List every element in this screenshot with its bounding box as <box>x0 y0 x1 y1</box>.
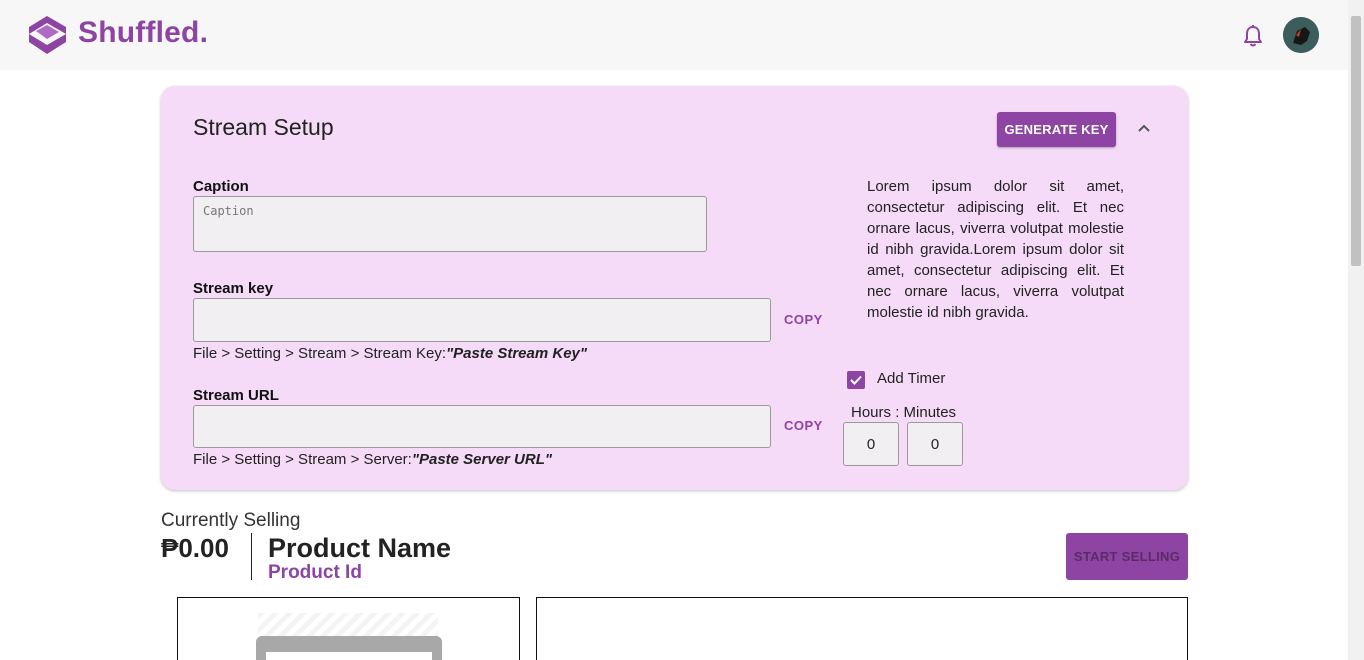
stream-setup-panel: Stream Setup GENERATE KEY Caption Captio… <box>161 86 1188 490</box>
product-id: Product Id <box>268 562 362 583</box>
chevron-up-icon[interactable] <box>1136 120 1152 136</box>
stream-key-hint-path: File > Setting > Stream > Stream Key: <box>193 345 447 362</box>
caption-placeholder: Caption <box>203 204 254 218</box>
product-details-card <box>536 597 1188 660</box>
stream-url-hint-path: File > Setting > Stream > Server: <box>193 451 412 468</box>
stream-key-label: Stream key <box>193 280 274 297</box>
add-timer-label: Add Timer <box>877 370 946 387</box>
bell-icon[interactable] <box>1242 24 1264 48</box>
image-placeholder-inner <box>266 652 432 660</box>
panel-title: Stream Setup <box>193 114 334 140</box>
stream-url-input[interactable] <box>193 405 771 448</box>
shuffled-logo-icon[interactable] <box>27 15 68 55</box>
hours-input[interactable]: 0 <box>843 422 899 466</box>
product-price: ₱0.00 <box>161 533 229 563</box>
product-image-card <box>177 597 520 660</box>
stream-url-label: Stream URL <box>193 387 279 404</box>
generate-key-button[interactable]: GENERATE KEY <box>997 112 1116 147</box>
hours-label: Hours <box>851 404 892 421</box>
stream-url-hint-emphasis: "Paste Server URL" <box>411 451 552 468</box>
stream-key-input[interactable] <box>193 298 771 342</box>
price-divider <box>251 533 252 580</box>
minutes-label: Minutes <box>903 404 957 421</box>
start-selling-button[interactable]: START SELLING <box>1066 533 1188 580</box>
caption-label: Caption <box>193 178 249 195</box>
brand-name[interactable]: Shuffled. <box>78 16 208 50</box>
timer-units-label: Hours : Minutes <box>851 404 956 421</box>
avatar-image <box>1283 17 1319 53</box>
stream-key-hint-emphasis: "Paste Stream Key" <box>446 345 587 362</box>
top-bar: Shuffled. <box>0 0 1348 70</box>
stream-key-hint: File > Setting > Stream > Stream Key:"Pa… <box>193 345 587 362</box>
currently-selling-heading: Currently Selling <box>161 510 301 531</box>
minutes-input[interactable]: 0 <box>907 422 963 466</box>
stream-url-hint: File > Setting > Stream > Server:"Paste … <box>193 451 552 468</box>
copy-stream-url-button[interactable]: COPY <box>784 418 823 433</box>
scrollbar-thumb[interactable] <box>1351 16 1361 266</box>
checkmark-icon <box>850 375 862 385</box>
caption-input[interactable]: Caption <box>193 196 707 252</box>
product-name: Product Name <box>268 533 452 563</box>
image-placeholder-background <box>258 613 438 638</box>
copy-stream-key-button[interactable]: COPY <box>784 312 823 327</box>
timer-separator: : <box>895 404 900 421</box>
stream-description: Lorem ipsum dolor sit amet, consectetur … <box>867 178 1124 321</box>
add-timer-checkbox[interactable] <box>847 371 865 389</box>
user-avatar[interactable] <box>1283 17 1319 53</box>
